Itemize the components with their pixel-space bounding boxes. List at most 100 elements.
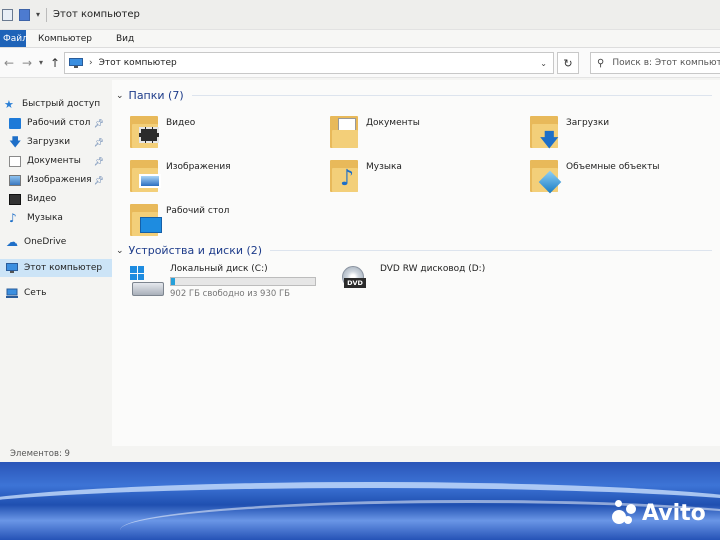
sidebar-item-label: Этот компьютер [24, 263, 103, 273]
documents-folder-icon [330, 114, 360, 150]
group-title: Папки (7) [128, 89, 184, 102]
ribbon-tabs: Файл Компьютер Вид [0, 30, 720, 48]
computer-icon [69, 58, 83, 68]
address-dropdown-icon[interactable]: ⌄ [540, 59, 547, 68]
status-bar: Элементов: 9 [0, 446, 720, 462]
avito-text: Avito [642, 500, 706, 526]
star-icon: ★ [4, 97, 14, 111]
sidebar-item-downloads[interactable]: 🡇 Загрузки 📌︎ [9, 133, 112, 151]
pin-icon[interactable]: 📌︎ [94, 119, 104, 128]
folder-label: Документы [366, 118, 420, 128]
folder-3d-objects[interactable]: Объемные объекты [530, 158, 659, 194]
folder-label: Объемные объекты [566, 162, 660, 172]
picture-icon [9, 174, 21, 186]
drive-usage-fill [171, 278, 176, 285]
refresh-icon: ↻ [563, 56, 573, 70]
navigation-pane: ★ Быстрый доступ Рабочий стол 📌︎ 🡇 Загру… [0, 80, 112, 446]
properties-icon[interactable] [2, 8, 13, 21]
window-title: Этот компьютер [53, 9, 140, 20]
pictures-folder-icon [130, 158, 161, 194]
recent-locations-chevron-icon[interactable]: ▾ [36, 58, 46, 67]
drive-c[interactable]: Локальный диск (C:) 902 ГБ свободно из 9… [130, 264, 316, 299]
document-icon [9, 155, 21, 167]
network-icon [6, 288, 18, 298]
collapse-chevron-icon[interactable]: ⌄ [116, 246, 124, 256]
video-folder-icon [130, 114, 160, 150]
folder-videos[interactable]: Видео [130, 114, 195, 150]
sidebar-item-network[interactable]: Сеть [6, 284, 112, 302]
video-icon [9, 193, 21, 205]
sidebar-item-label: Рабочий стол [27, 118, 91, 128]
sidebar-item-label: Видео [27, 194, 57, 204]
avito-logo-icon [612, 500, 638, 526]
divider [270, 250, 712, 251]
quick-access-toolbar: ▾ [0, 7, 48, 22]
sidebar-item-label: Изображения [27, 175, 92, 185]
sidebar-item-videos[interactable]: Видео [9, 190, 112, 208]
sidebar-item-music[interactable]: ♪ Музыка [9, 209, 112, 227]
downloads-folder-icon: 🡇 [530, 114, 560, 150]
divider [191, 95, 712, 96]
content-pane: ⌄ Папки (7) Видео Документы 🡇 Загрузки И… [112, 80, 720, 446]
new-folder-icon[interactable] [19, 8, 30, 21]
drive-d[interactable]: DVD DVD RW дисковод (D:) [340, 264, 485, 298]
sidebar-item-desktop[interactable]: Рабочий стол 📌︎ [9, 114, 112, 132]
hard-drive-icon [130, 264, 166, 298]
tab-computer[interactable]: Компьютер [26, 30, 104, 47]
search-icon: ⚲ [597, 57, 605, 69]
customize-toolbar-icon[interactable]: ▾ [36, 10, 40, 19]
item-count: Элементов: 9 [10, 449, 70, 459]
up-arrow-icon[interactable]: ↑ [46, 56, 64, 70]
sidebar-item-documents[interactable]: Документы 📌︎ [9, 152, 112, 170]
sidebar-item-this-pc[interactable]: Этот компьютер [0, 259, 112, 277]
sidebar-item-label: Музыка [27, 213, 63, 223]
folder-label: Видео [166, 118, 196, 128]
3d-objects-folder-icon [530, 158, 562, 194]
drives-group-header[interactable]: ⌄ Устройства и диски (2) [116, 244, 712, 257]
desktop-folder-icon [9, 117, 21, 129]
sidebar-item-label: Загрузки [27, 137, 71, 147]
drive-free-space: 902 ГБ свободно из 930 ГБ [170, 289, 290, 299]
folder-label: Загрузки [566, 118, 610, 128]
breadcrumb-chevron-icon: › [89, 58, 93, 68]
breadcrumb[interactable]: Этот компьютер [99, 58, 177, 68]
title-bar: ▾ Этот компьютер [0, 0, 720, 30]
folder-desktop[interactable]: Рабочий стол [130, 202, 229, 238]
folders-group-header[interactable]: ⌄ Папки (7) [116, 89, 712, 102]
download-arrow-icon: 🡇 [9, 134, 22, 149]
folder-music[interactable]: ♪ Музыка [330, 158, 402, 194]
dvd-drive-icon: DVD [340, 264, 376, 298]
sidebar-item-label: OneDrive [24, 237, 67, 247]
drive-label: DVD RW дисковод (D:) [380, 264, 486, 274]
sidebar-item-pictures[interactable]: Изображения 📌︎ [9, 171, 112, 189]
music-folder-icon: ♪ [330, 158, 360, 194]
forward-arrow-icon[interactable]: → [18, 56, 36, 70]
computer-icon [6, 262, 18, 273]
search-placeholder: Поиск в: Этот компьютер [612, 58, 720, 68]
cloud-icon: ☁ [6, 234, 18, 249]
refresh-button[interactable]: ↻ [557, 52, 579, 74]
pin-icon[interactable]: 📌︎ [94, 138, 104, 147]
search-input[interactable]: ⚲ Поиск в: Этот компьютер [590, 52, 720, 74]
folder-pictures[interactable]: Изображения [130, 158, 231, 194]
avito-watermark: Avito [612, 500, 706, 526]
folder-documents[interactable]: Документы [330, 114, 420, 150]
folder-label: Рабочий стол [166, 206, 230, 216]
tab-view[interactable]: Вид [104, 30, 146, 47]
folder-downloads[interactable]: 🡇 Загрузки [530, 114, 609, 150]
back-arrow-icon[interactable]: ← [0, 56, 18, 70]
pin-icon[interactable]: 📌︎ [94, 176, 104, 185]
drive-label: Локальный диск (C:) [170, 264, 268, 274]
drive-usage-bar [170, 277, 316, 286]
sidebar-item-onedrive[interactable]: ☁ OneDrive [6, 233, 112, 251]
collapse-chevron-icon[interactable]: ⌄ [116, 91, 124, 101]
divider [46, 7, 48, 22]
sidebar-item-quick-access[interactable]: ★ Быстрый доступ [4, 95, 116, 113]
file-explorer-window: ▾ Этот компьютер Файл Компьютер Вид ← → … [0, 0, 720, 462]
address-field[interactable]: › Этот компьютер ⌄ [64, 52, 554, 74]
folder-label: Музыка [366, 162, 402, 172]
music-note-icon: ♪ [9, 210, 17, 225]
tab-file[interactable]: Файл [0, 30, 28, 47]
pin-icon[interactable]: 📌︎ [94, 157, 104, 166]
folder-label: Изображения [166, 162, 231, 172]
